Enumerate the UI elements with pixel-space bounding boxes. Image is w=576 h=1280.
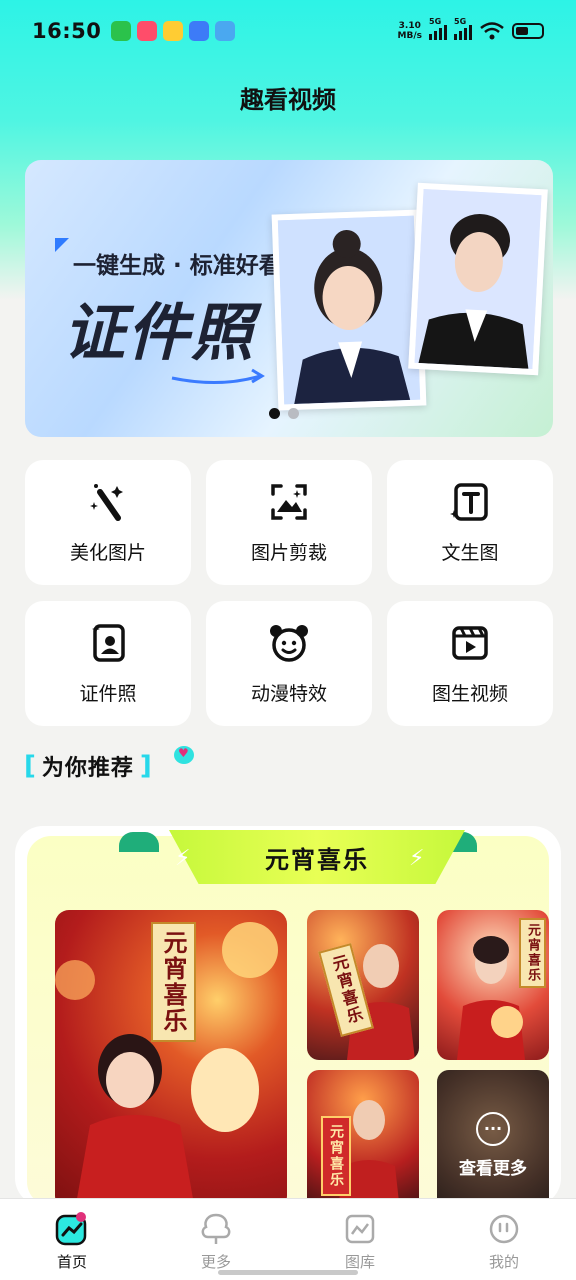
- battery-icon: [512, 23, 544, 39]
- tab-label: 我的: [488, 1253, 519, 1271]
- tool-anime-effect[interactable]: 动漫特效: [206, 601, 372, 726]
- message-app-icon: [215, 21, 236, 41]
- bottom-tab-bar: 首页 更多 图库 我的: [0, 1198, 576, 1280]
- tool-image-to-video[interactable]: 图生视频: [387, 601, 553, 726]
- poster-text: 元宵喜乐: [321, 1116, 351, 1196]
- anime-face-icon: [270, 625, 308, 662]
- page-title: 趣看视频: [240, 86, 336, 114]
- carousel-dot-active: [269, 408, 280, 419]
- tab-more[interactable]: 更多: [144, 1199, 288, 1280]
- tool-beautify-image[interactable]: 美化图片: [25, 460, 191, 585]
- tool-id-photo[interactable]: 证件照: [25, 601, 191, 726]
- status-bar: 16:50 3.10 MB/s 5G 5G: [0, 0, 576, 62]
- browser-app-icon: [189, 21, 210, 41]
- signal-icon: 5G: [429, 17, 447, 40]
- sample-photo-female: [271, 209, 427, 411]
- more-icon: [201, 1213, 231, 1244]
- tool-label: 证件照: [79, 683, 137, 705]
- bracket-decoration: ]: [139, 751, 152, 781]
- tab-profile[interactable]: 我的: [432, 1199, 576, 1280]
- template-thumbnail[interactable]: 元宵喜乐: [437, 910, 549, 1060]
- more-dots-icon: ···: [476, 1111, 510, 1146]
- heart-icon: [174, 746, 194, 764]
- wifi-icon: [480, 22, 504, 40]
- network-speed: 3.10 MB/s: [397, 21, 422, 41]
- notification-icons: [111, 21, 236, 41]
- tab-label: 图库: [344, 1253, 375, 1271]
- lightning-icon: ⚡: [175, 846, 191, 871]
- text-to-image-icon: [450, 483, 488, 521]
- magic-wand-icon: [90, 484, 123, 521]
- sample-photo-male: [408, 182, 548, 376]
- tool-label: 文生图: [441, 542, 499, 564]
- tab-label: 首页: [56, 1253, 87, 1271]
- template-thumbnail-large[interactable]: 元宵喜乐: [55, 910, 287, 1210]
- section-title: 为你推荐: [41, 756, 134, 781]
- lightning-icon: ⚡: [409, 846, 425, 871]
- arrow-decoration: [171, 368, 265, 384]
- ribbon-ear-decoration: [119, 832, 159, 852]
- tool-label: 图片剪裁: [250, 542, 327, 564]
- section-header-recommend: [ 为你推荐 ]: [24, 746, 194, 782]
- gallery-icon: [345, 1214, 375, 1244]
- status-time: 16:50: [32, 19, 102, 43]
- id-photo-icon: [92, 624, 125, 662]
- tab-gallery[interactable]: 图库: [288, 1199, 432, 1280]
- profile-icon: [489, 1214, 519, 1244]
- triangle-decoration: [55, 238, 69, 252]
- tool-text-to-image[interactable]: 文生图: [387, 460, 553, 585]
- signal-icon: 5G: [454, 17, 472, 40]
- lantern-man-image: [347, 944, 415, 1060]
- tab-home[interactable]: 首页: [0, 1199, 144, 1280]
- notes-app-icon: [163, 21, 184, 41]
- tool-crop-image[interactable]: 图片剪裁: [206, 460, 372, 585]
- poster-text: 元宵喜乐: [151, 922, 196, 1042]
- tools-grid: 美化图片 图片剪裁 文生图 证件照 动漫特效 图生视频: [25, 460, 553, 726]
- promo-banner[interactable]: 一键生成 · 标准好看 证件照: [25, 160, 553, 437]
- card-title: 元宵喜乐: [265, 845, 369, 874]
- tool-label: 动漫特效: [250, 683, 327, 705]
- bracket-decoration: [: [24, 751, 36, 781]
- tool-label: 美化图片: [69, 542, 146, 564]
- wechat-icon: [111, 21, 132, 41]
- video-app-icon: [137, 21, 158, 41]
- carousel-dot: [288, 408, 299, 419]
- banner-headline: 证件照: [63, 296, 256, 369]
- tool-label: 图生视频: [431, 683, 508, 705]
- poster-text: 元宵喜乐: [519, 918, 546, 988]
- view-more-label: 查看更多: [459, 1158, 527, 1179]
- home-indicator: [218, 1270, 358, 1275]
- recommend-card: 元宵喜乐 ⚡ ⚡ 元宵喜乐 元宵喜乐 元宵喜乐 元宵喜乐 ··· 查看更多: [15, 826, 561, 1220]
- template-thumbnail[interactable]: 元宵喜乐: [307, 910, 419, 1060]
- image-to-video-icon: [452, 626, 488, 660]
- image-crop-icon: [271, 484, 307, 520]
- banner-subtitle: 一键生成 · 标准好看: [73, 253, 282, 279]
- carousel-indicator: [269, 408, 299, 419]
- home-icon: [55, 1212, 87, 1246]
- tab-label: 更多: [200, 1253, 231, 1271]
